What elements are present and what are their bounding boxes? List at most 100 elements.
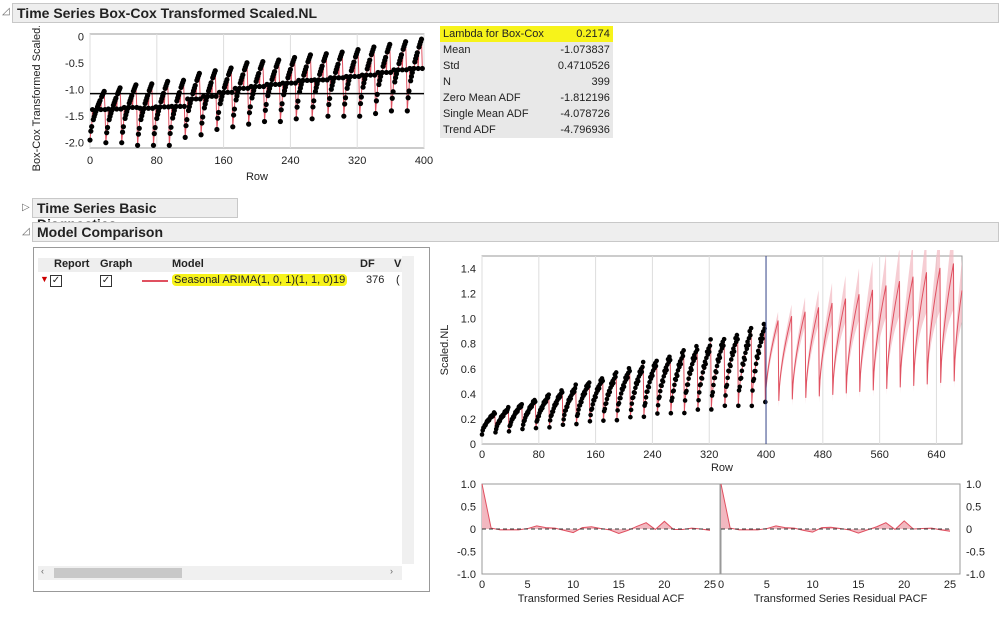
- data-point: [645, 389, 650, 394]
- x-tick-label: 320: [348, 155, 366, 167]
- data-point: [326, 101, 332, 108]
- data-point: [655, 402, 661, 408]
- data-point: [403, 39, 409, 45]
- data-point: [696, 390, 702, 395]
- data-point: [678, 361, 684, 367]
- data-point: [168, 124, 174, 130]
- y-tick-label: -1.0: [966, 569, 985, 581]
- data-point: [706, 349, 712, 355]
- data-point: [367, 57, 373, 63]
- data-point: [231, 106, 238, 112]
- x-axis-label: Row: [711, 462, 733, 474]
- stats-row: Mean -1.073837: [440, 42, 613, 58]
- y-tick-label: -0.5: [65, 58, 84, 70]
- stats-row: Trend ADF -4.796936: [440, 122, 613, 138]
- scrollbar-thumb[interactable]: [54, 568, 182, 578]
- x-tick-label: 240: [643, 449, 661, 461]
- data-point: [698, 382, 703, 387]
- stat-value: -4.078726: [560, 108, 610, 120]
- x-tick-label: 20: [898, 579, 910, 591]
- stat-label: Std: [443, 60, 460, 72]
- data-point: [247, 104, 253, 110]
- data-point: [596, 386, 602, 391]
- data-point: [653, 363, 659, 369]
- y-tick-label: -2.0: [65, 138, 84, 150]
- collapse-icon[interactable]: ◿: [22, 226, 30, 237]
- stat-label: Lambda for Box-Cox: [440, 26, 547, 42]
- data-point: [728, 357, 734, 362]
- df-value: 376: [366, 274, 385, 286]
- extra-value: (: [396, 274, 400, 286]
- y-tick-label: 0: [470, 524, 476, 536]
- data-point: [625, 375, 630, 380]
- report-checkbox[interactable]: ✓: [50, 275, 62, 287]
- data-point: [414, 50, 420, 56]
- data-point: [655, 411, 660, 416]
- y-tick-label: -1.0: [65, 85, 84, 97]
- scroll-right-icon[interactable]: ›: [390, 566, 393, 576]
- x-tick-label: 20: [658, 579, 670, 591]
- data-point: [547, 418, 553, 423]
- chart-title: Transformed Series Residual PACF: [754, 593, 928, 605]
- data-point: [355, 46, 361, 53]
- data-point: [294, 104, 300, 110]
- data-point: [695, 407, 701, 412]
- data-point: [635, 378, 641, 384]
- data-point: [492, 411, 498, 416]
- data-point: [165, 78, 171, 84]
- data-point: [757, 343, 762, 349]
- data-point: [726, 368, 732, 374]
- data-point: [640, 364, 645, 370]
- data-point: [192, 82, 198, 89]
- data-point: [214, 126, 220, 133]
- data-point: [166, 142, 172, 148]
- data-point: [408, 78, 414, 84]
- graph-checkbox[interactable]: ✓: [100, 275, 112, 287]
- data-point: [134, 142, 141, 148]
- data-point: [607, 389, 613, 395]
- data-point: [703, 361, 708, 367]
- data-point: [725, 375, 730, 381]
- data-point: [104, 130, 110, 136]
- data-point: [629, 401, 635, 406]
- y-tick-label: 0.2: [461, 414, 476, 426]
- data-point: [761, 321, 767, 327]
- vertical-scrollbar[interactable]: [402, 256, 414, 564]
- data-point: [743, 350, 748, 356]
- data-point: [561, 417, 566, 422]
- x-tick-label: 15: [852, 579, 864, 591]
- data-point: [505, 404, 511, 410]
- x-tick-label: 25: [704, 579, 716, 591]
- y-tick-label: 0: [966, 524, 972, 536]
- data-point: [593, 394, 598, 400]
- boxcox-section-header[interactable]: Time Series Box-Cox Transformed Scaled.N…: [12, 3, 999, 23]
- data-point: [546, 392, 552, 397]
- data-point: [387, 41, 393, 47]
- data-point: [327, 95, 333, 102]
- data-point: [575, 411, 581, 417]
- chart-title: Transformed Series Residual ACF: [518, 593, 685, 605]
- table-row: ▼ ✓ ✓ Seasonal ARIMA(1, 0, 1)(1, 1, 0)19…: [38, 274, 406, 288]
- data-point: [151, 131, 157, 137]
- horizontal-scrollbar[interactable]: ‹ ›: [38, 566, 402, 580]
- data-point: [87, 137, 93, 143]
- model-name[interactable]: Seasonal ARIMA(1, 0, 1)(1, 1, 0)19: [172, 274, 348, 286]
- red-triangle-menu-icon[interactable]: ▼: [40, 274, 49, 284]
- data-point: [506, 429, 512, 434]
- data-point: [120, 124, 126, 130]
- data-point: [389, 95, 395, 101]
- data-point: [198, 132, 204, 138]
- scroll-left-icon[interactable]: ‹: [41, 566, 44, 576]
- data-point: [152, 125, 158, 131]
- x-tick-label: 320: [700, 449, 718, 461]
- data-point: [657, 394, 662, 400]
- data-point: [650, 373, 655, 378]
- stat-label: Zero Mean ADF: [443, 92, 521, 104]
- collapse-icon[interactable]: ◿: [2, 6, 10, 17]
- data-point: [576, 407, 581, 412]
- expand-icon[interactable]: ▷: [22, 202, 30, 213]
- data-point: [310, 104, 316, 110]
- data-point: [103, 140, 109, 146]
- model-comparison-header[interactable]: Model Comparison: [32, 222, 999, 242]
- diagnostics-section-header[interactable]: Time Series Basic Diagnostics: [32, 198, 238, 232]
